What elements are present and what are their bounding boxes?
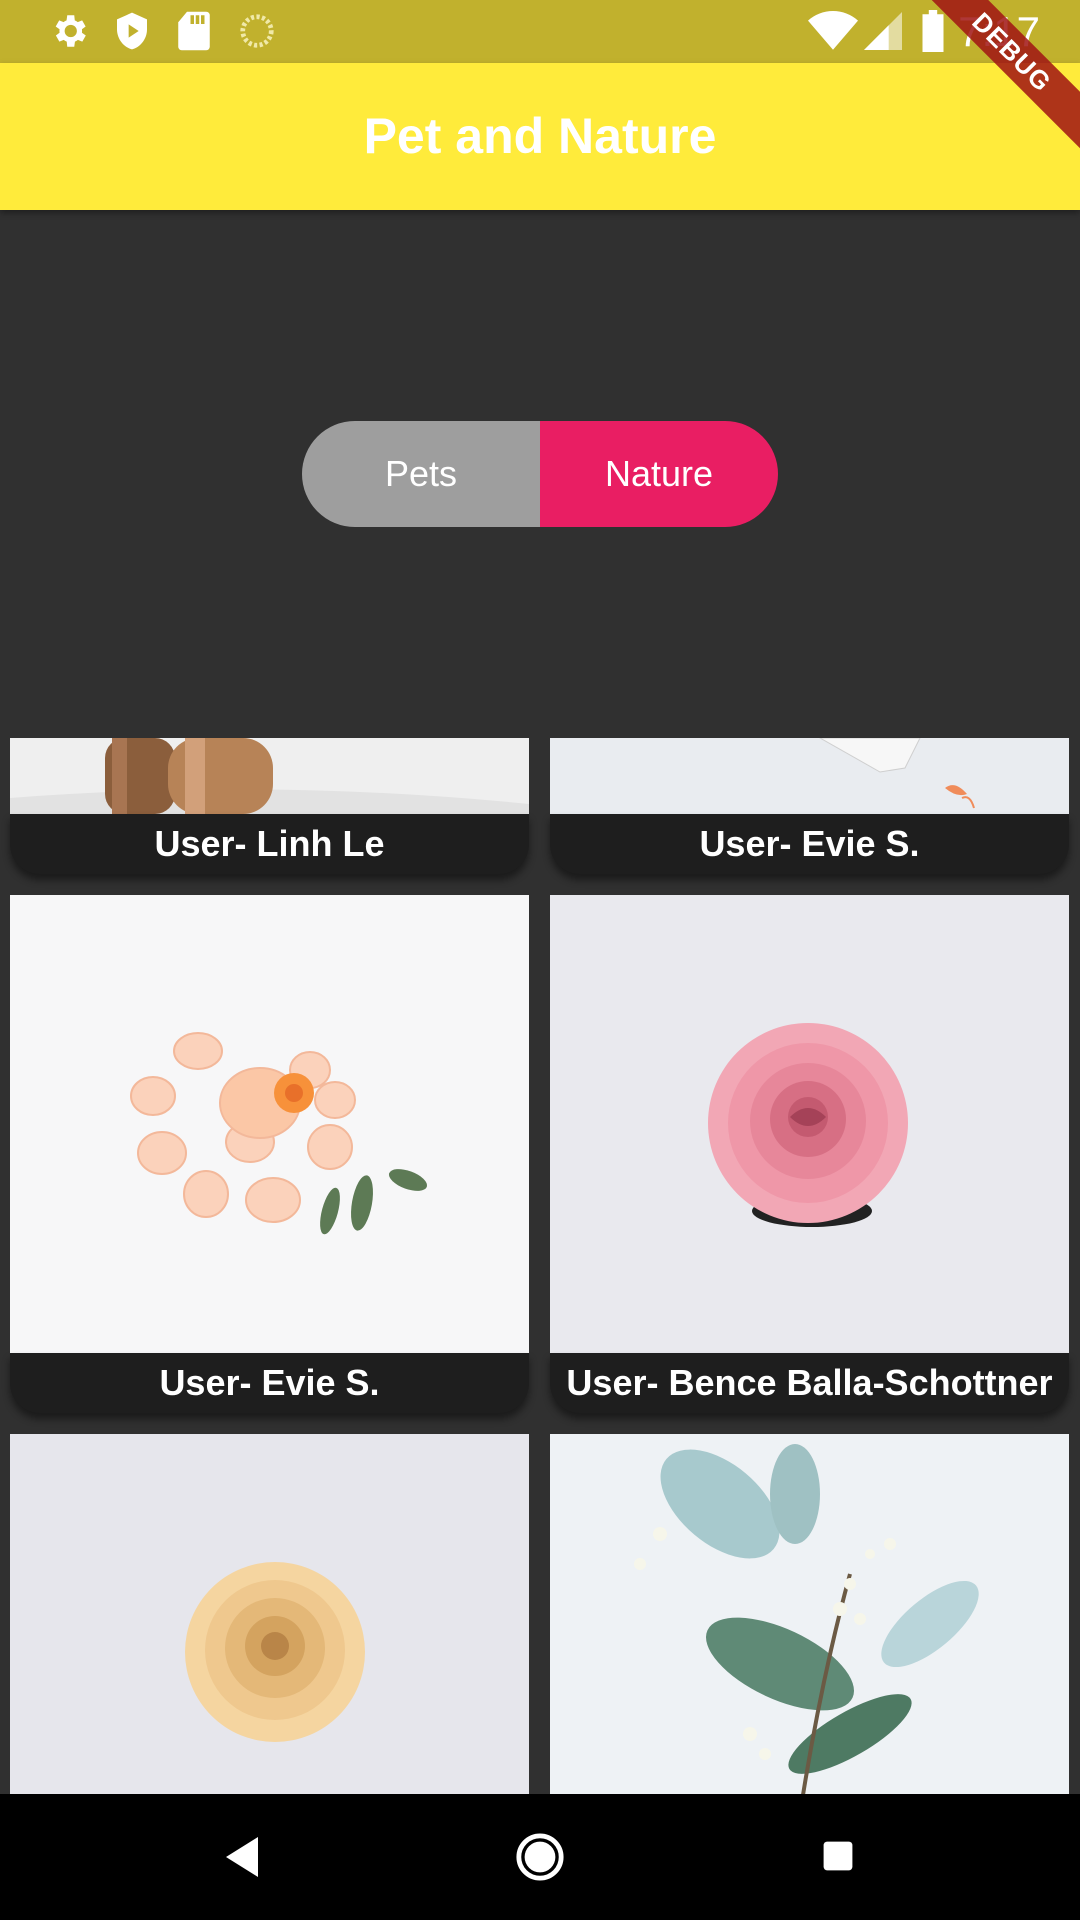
cell-signal-icon [864,12,902,50]
category-toggle: Pets Nature [302,421,778,527]
recents-icon[interactable] [820,1832,856,1880]
wooden-objects-photo [10,738,529,814]
wifi-icon [808,11,858,50]
clock: 7:17 [958,8,1040,55]
white-tabletop-photo [550,738,1069,814]
pink-rose-photo [550,895,1069,1353]
system-nav-bar [0,1794,1080,1920]
toggle-nature[interactable]: Nature [540,421,778,527]
gallery-card[interactable]: User- Evie S. [10,895,529,1413]
gallery-card[interactable]: User- Linh Le [10,738,529,874]
sd-card-icon [178,11,210,51]
gallery-card[interactable] [10,1434,529,1794]
card-caption: User- Linh Le [10,814,529,874]
card-caption: User- Evie S. [550,814,1069,874]
app-bar: Pet and Nature [0,63,1080,210]
status-bar: 7:17 [0,0,1080,63]
app-title: Pet and Nature [363,108,717,164]
card-caption: User- Evie S. [10,1353,529,1413]
card-caption: User- Bence Balla-Schottner [550,1353,1069,1413]
photo-grid: User- Linh Le User- Evie S. User- Evie S… [0,738,1080,1794]
battery-icon [922,10,944,52]
peach-petals-photo [10,895,529,1353]
toggle-pets[interactable]: Pets [302,421,540,527]
settings-icon [55,15,86,47]
botanical-sprig-photo [550,1434,1069,1794]
gallery-card[interactable]: User- Bence Balla-Schottner [550,895,1069,1413]
shield-play-icon [117,12,147,50]
back-icon[interactable] [222,1832,262,1882]
yellow-rose-photo [10,1434,529,1794]
home-icon[interactable] [513,1832,567,1882]
loading-circle-icon [240,14,274,48]
gallery-card[interactable] [550,1434,1069,1794]
gallery-card[interactable]: User- Evie S. [550,738,1069,874]
